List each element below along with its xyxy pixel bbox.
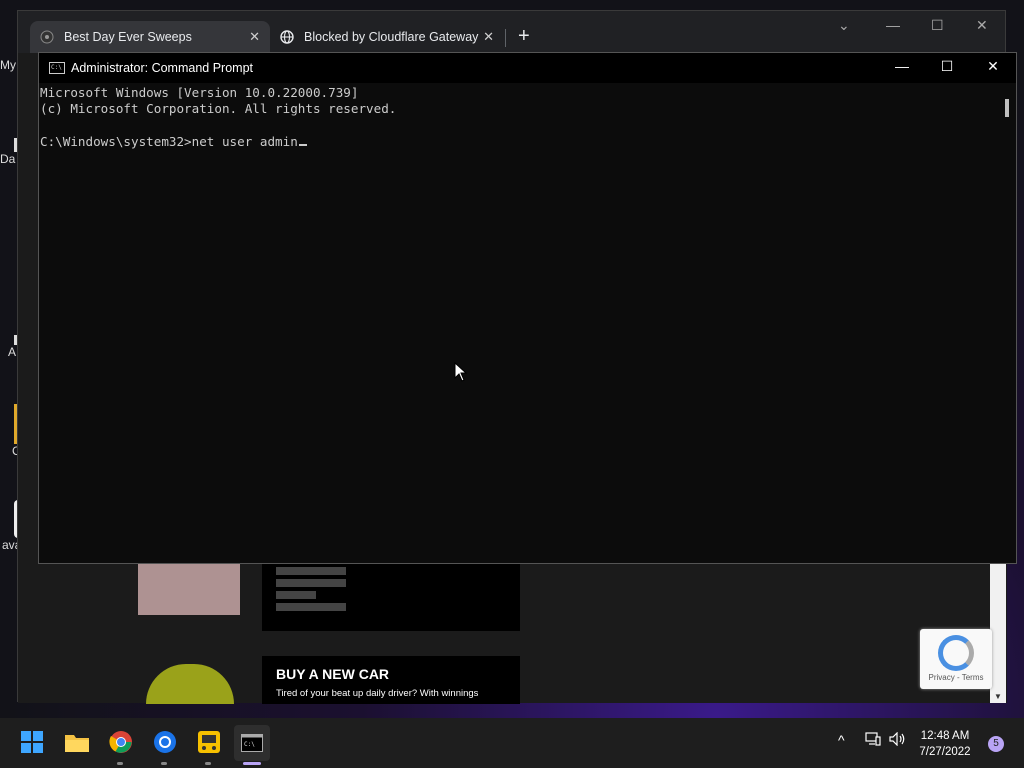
start-icon[interactable] (19, 729, 45, 755)
file-explorer-icon[interactable] (64, 729, 90, 755)
desktop-icon-label: Da (0, 152, 16, 166)
notification-badge[interactable]: 5 (988, 736, 1004, 752)
tab-label: Blocked by Cloudflare Gateway (304, 30, 479, 44)
show-hidden-icons-chevron-icon[interactable]: ^ (838, 732, 845, 748)
car-promo-subtitle: Tired of your beat up daily driver? With… (276, 688, 479, 699)
terminal-icon[interactable]: C:\ (234, 725, 270, 761)
maximize-icon[interactable]: ☐ (931, 17, 944, 34)
bus-app-icon[interactable] (196, 729, 222, 755)
scroll-down-icon[interactable]: ▼ (994, 692, 1002, 701)
sweeps-favicon (40, 30, 54, 44)
new-tab-button[interactable]: + (518, 25, 530, 48)
app-active-indicator (243, 762, 261, 765)
taskbar: C:\ ^ 12:48 AM 7/27/2022 (0, 718, 1024, 768)
command-prompt-window[interactable]: C:\ Administrator: Command Prompt — ☐ ✕ … (38, 52, 1017, 564)
text-cursor (298, 143, 307, 146)
app-indicator (117, 762, 123, 765)
car-promo-card[interactable]: BUY A NEW CAR Tired of your beat up dail… (262, 656, 520, 704)
recaptcha-badge[interactable]: Privacy - Terms (920, 629, 992, 689)
chrome-icon[interactable] (108, 729, 134, 755)
close-tab-icon[interactable]: ✕ (249, 29, 260, 45)
tab-best-day-ever-sweeps[interactable]: Best Day Ever Sweeps ✕ (30, 21, 270, 53)
promo-card (262, 563, 520, 631)
cmd-input[interactable]: C:\Windows\system32>net user admin (40, 134, 298, 149)
tab-blocked-by-cloudflare[interactable]: Blocked by Cloudflare Gateway ✕ (270, 21, 504, 53)
car-image (146, 664, 234, 704)
system-clock[interactable]: 12:48 AM 7/27/2022 (905, 728, 985, 760)
cmd-close-button[interactable]: ✕ (978, 58, 1008, 75)
recaptcha-icon (938, 635, 974, 671)
tab-search-icon[interactable]: ⌄ (838, 17, 850, 34)
desktop: My Da A C ava Best Day Ever Sweeps ✕ Blo… (0, 0, 1024, 718)
cmd-icon: C:\ (49, 62, 65, 74)
desktop-icon-label: A (8, 345, 17, 359)
network-icon[interactable] (865, 732, 881, 749)
cmd-minimize-button[interactable]: — (887, 58, 917, 74)
promo-image (138, 563, 240, 615)
app-indicator (205, 762, 211, 765)
cmd-scrollbar-thumb[interactable] (1005, 99, 1009, 117)
app-indicator (161, 762, 167, 765)
cmd-line: Microsoft Windows [Version 10.0.22000.73… (40, 85, 359, 100)
cmd-title-bar[interactable]: C:\ Administrator: Command Prompt — ☐ ✕ (39, 53, 1016, 83)
car-promo-title: BUY A NEW CAR (276, 666, 390, 682)
globe-icon (280, 30, 294, 44)
page-scrollbar[interactable]: ▼ (990, 563, 1006, 703)
cmd-line (40, 117, 999, 133)
clock-date: 7/27/2022 (919, 746, 971, 758)
svg-text:C:\: C:\ (244, 741, 255, 748)
close-icon[interactable]: ✕ (976, 17, 988, 34)
tab-bar: Best Day Ever Sweeps ✕ Blocked by Cloudf… (18, 11, 1005, 53)
minimize-icon[interactable]: — (886, 17, 900, 33)
clock-time: 12:48 AM (920, 730, 970, 742)
cmd-title: Administrator: Command Prompt (71, 61, 254, 75)
tab-divider (505, 29, 506, 47)
cmd-maximize-button[interactable]: ☐ (932, 58, 962, 75)
cmd-line: (c) Microsoft Corporation. All rights re… (40, 101, 397, 117)
recaptcha-links[interactable]: Privacy - Terms (920, 673, 992, 682)
chrome-beta-icon[interactable] (152, 729, 178, 755)
close-tab-icon[interactable]: ✕ (483, 29, 494, 45)
cmd-prompt-line: C:\Windows\system32>net user admin (40, 134, 999, 150)
cmd-console[interactable]: Microsoft Windows [Version 10.0.22000.73… (39, 83, 999, 563)
tab-label: Best Day Ever Sweeps (64, 30, 192, 44)
